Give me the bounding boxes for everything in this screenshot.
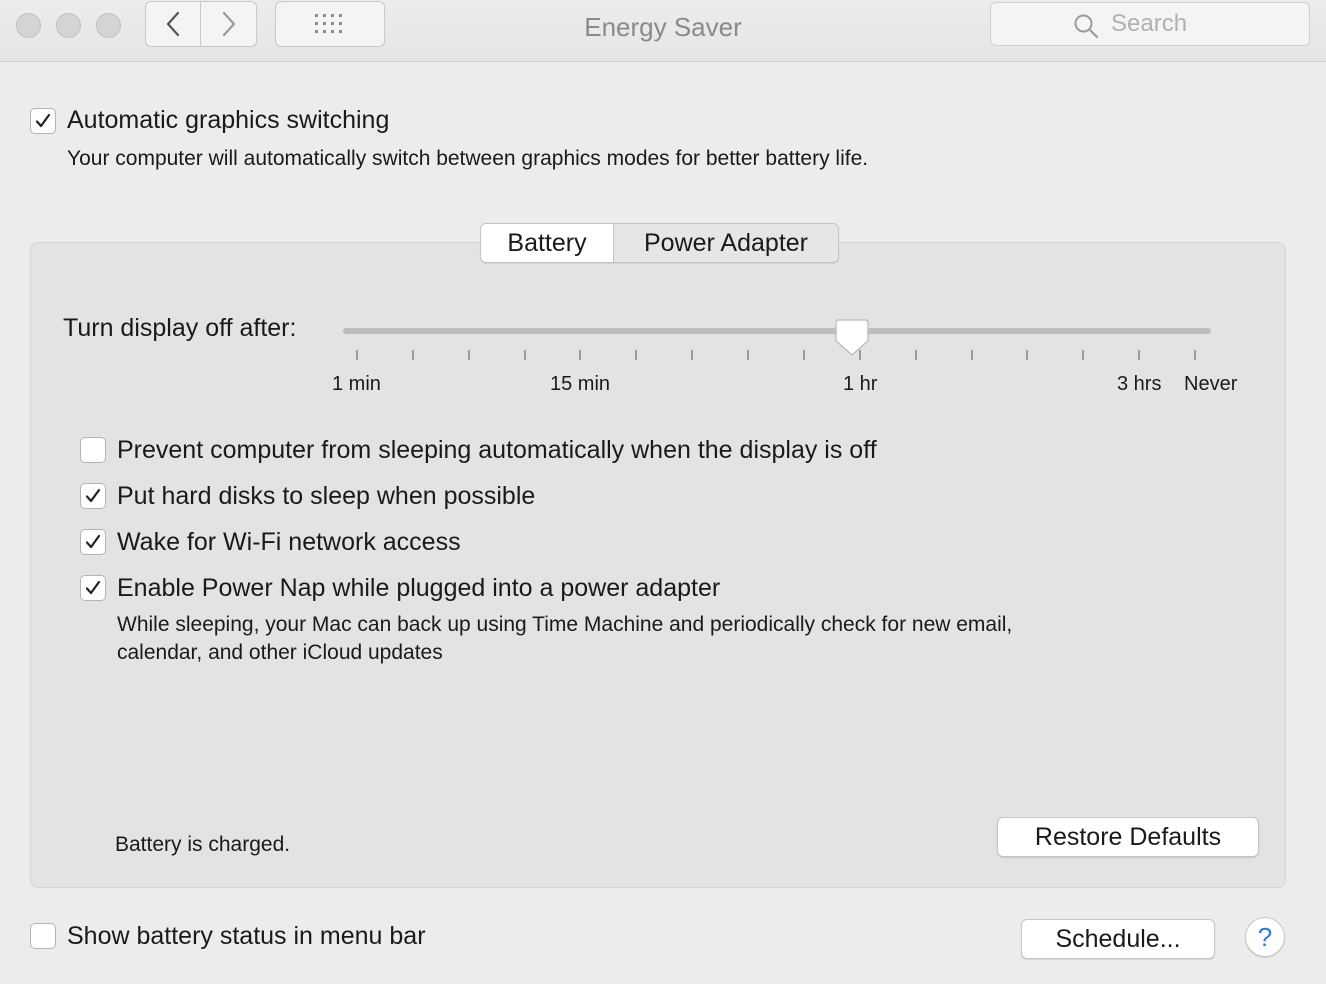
tab-power-adapter[interactable]: Power Adapter xyxy=(614,224,838,262)
checkmark-icon xyxy=(35,113,51,128)
checkmark-icon xyxy=(85,534,101,549)
zoom-window-button[interactable] xyxy=(96,13,121,38)
graphics-switching-checkbox[interactable] xyxy=(30,108,56,134)
chevron-left-icon xyxy=(166,11,180,37)
show-battery-status-label[interactable]: Show battery status in menu bar xyxy=(67,922,426,951)
search-icon xyxy=(1074,14,1099,39)
graphics-switching-label[interactable]: Automatic graphics switching xyxy=(67,106,389,135)
slider-tick xyxy=(1138,350,1140,360)
tab-bar: Battery Power Adapter xyxy=(480,223,839,263)
slider-tick xyxy=(915,350,917,360)
slider-tick xyxy=(803,350,805,360)
slider-tick xyxy=(1082,350,1084,360)
slider-tick xyxy=(524,350,526,360)
slider-tick xyxy=(412,350,414,360)
disk-sleep-label[interactable]: Put hard disks to sleep when possible xyxy=(117,482,535,511)
wake-wifi-checkbox[interactable] xyxy=(80,529,106,555)
power-nap-checkbox[interactable] xyxy=(80,575,106,601)
checkmark-icon xyxy=(85,488,101,503)
slider-thumb[interactable] xyxy=(835,319,869,357)
back-button[interactable] xyxy=(145,1,201,47)
close-window-button[interactable] xyxy=(16,13,41,38)
minimize-window-button[interactable] xyxy=(56,13,81,38)
chevron-right-icon xyxy=(222,11,235,37)
tick-label-15-min: 15 min xyxy=(550,373,611,395)
restore-defaults-button[interactable]: Restore Defaults xyxy=(997,817,1259,857)
grid-icon xyxy=(315,14,342,33)
schedule-button[interactable]: Schedule... xyxy=(1021,919,1215,959)
tick-label-3-hrs: 3 hrs xyxy=(1117,373,1162,395)
prevent-sleep-label[interactable]: Prevent computer from sleeping automatic… xyxy=(117,436,877,465)
slider-tick xyxy=(971,350,973,360)
power-nap-label[interactable]: Enable Power Nap while plugged into a po… xyxy=(117,574,720,603)
slider-tick xyxy=(356,350,358,360)
battery-status-text: Battery is charged. xyxy=(115,833,291,856)
show-battery-status-checkbox[interactable] xyxy=(30,923,56,949)
checkmark-icon xyxy=(85,580,101,595)
graphics-switching-description: Your computer will automatically switch … xyxy=(67,147,869,170)
slider-tick xyxy=(691,350,693,360)
slider-tick xyxy=(859,350,861,360)
prevent-sleep-checkbox[interactable] xyxy=(80,437,106,463)
tab-battery[interactable]: Battery xyxy=(481,224,614,262)
display-sleep-label: Turn display off after: xyxy=(63,314,297,342)
slider-tick xyxy=(468,350,470,360)
wake-wifi-label[interactable]: Wake for Wi-Fi network access xyxy=(117,528,461,557)
power-nap-description-line2: calendar, and other iCloud updates xyxy=(117,641,443,664)
show-all-button[interactable] xyxy=(275,1,385,47)
slider-tick xyxy=(579,350,581,360)
slider-tick xyxy=(635,350,637,360)
tick-label-1-hr: 1 hr xyxy=(843,373,878,395)
disk-sleep-checkbox[interactable] xyxy=(80,483,106,509)
slider-tick xyxy=(1026,350,1028,360)
slider-tick xyxy=(747,350,749,360)
help-button[interactable]: ? xyxy=(1245,917,1285,957)
navigation-buttons xyxy=(145,1,257,47)
search-input[interactable] xyxy=(1111,10,1291,38)
tick-label-never: Never xyxy=(1184,373,1238,395)
power-nap-description-line1: While sleeping, your Mac can back up usi… xyxy=(117,613,1013,636)
search-field[interactable] xyxy=(990,2,1310,46)
display-sleep-slider[interactable] xyxy=(343,328,1211,334)
slider-tick xyxy=(1194,350,1196,360)
forward-button[interactable] xyxy=(201,1,257,47)
title-bar: Energy Saver xyxy=(0,0,1326,62)
tick-label-1-min: 1 min xyxy=(332,373,381,395)
